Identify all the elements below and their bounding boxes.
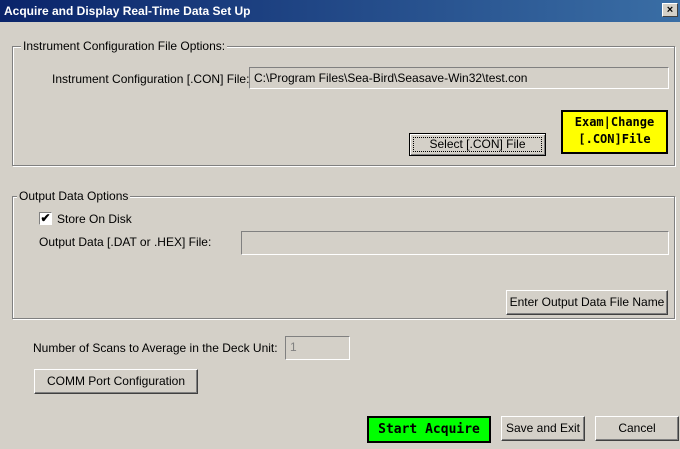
start-acquire-button[interactable]: Start Acquire — [367, 416, 491, 443]
enter-output-file-name-button[interactable]: Enter Output Data File Name — [506, 290, 668, 315]
scans-label: Number of Scans to Average in the Deck U… — [33, 341, 278, 355]
dialog-window: Acquire and Display Real-Time Data Set U… — [0, 0, 680, 449]
cancel-label: Cancel — [618, 421, 656, 435]
enter-output-file-name-label: Enter Output Data File Name — [509, 295, 665, 309]
save-and-exit-button[interactable]: Save and Exit — [501, 416, 585, 441]
close-icon: × — [666, 4, 674, 16]
instrument-config-legend: Instrument Configuration File Options: — [21, 39, 228, 53]
output-data-legend: Output Data Options — [17, 189, 131, 203]
comm-port-config-label: COMM Port Configuration — [46, 374, 186, 388]
con-file-label: Instrument Configuration [.CON] File: — [52, 72, 250, 86]
con-file-field[interactable]: C:\Program Files\Sea-Bird\Seasave-Win32\… — [249, 67, 669, 89]
store-on-disk-label[interactable]: Store On Disk — [57, 212, 132, 226]
select-con-file-button[interactable]: Select [.CON] File — [409, 133, 546, 156]
select-con-file-label: Select [.CON] File — [429, 137, 526, 151]
exam-change-line2: [.CON]File — [578, 132, 651, 146]
start-acquire-label: Start Acquire — [378, 422, 480, 437]
store-on-disk-checkbox[interactable]: ✔ — [39, 212, 52, 225]
window-title: Acquire and Display Real-Time Data Set U… — [4, 4, 251, 18]
title-bar[interactable]: Acquire and Display Real-Time Data Set U… — [0, 0, 680, 22]
save-and-exit-label: Save and Exit — [505, 421, 581, 435]
comm-port-config-button[interactable]: COMM Port Configuration — [34, 369, 198, 394]
output-file-label: Output Data [.DAT or .HEX] File: — [39, 235, 212, 249]
output-file-field[interactable] — [241, 231, 669, 255]
exam-change-line1: Exam|Change — [574, 115, 655, 129]
close-button[interactable]: × — [662, 3, 678, 17]
scans-field[interactable]: 1 — [285, 336, 350, 360]
cancel-button[interactable]: Cancel — [595, 416, 679, 441]
exam-change-con-file-button[interactable]: Exam|Change [.CON]File — [561, 110, 668, 154]
check-mark-icon: ✔ — [40, 211, 51, 225]
